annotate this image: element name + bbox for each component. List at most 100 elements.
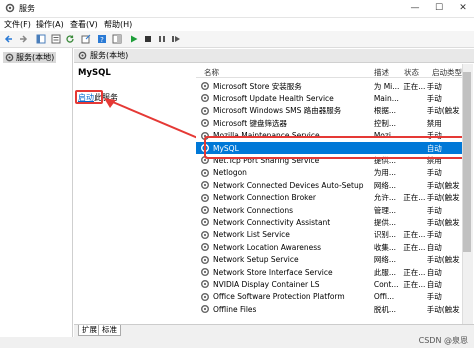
service-description: 为 Mi...: [373, 81, 400, 91]
service-name: Network Connections: [213, 205, 294, 215]
menu-help[interactable]: 帮助(H): [104, 19, 132, 30]
menu-view[interactable]: 查看(V): [70, 19, 98, 30]
table-row[interactable]: Network Store Interface Service 此服... 正在..…: [196, 266, 462, 278]
service-startup-type: 手动(触发: [426, 180, 460, 190]
table-row[interactable]: Network Location Awareness 收集... 正在... 自动: [196, 241, 462, 253]
annotation-start-box: [75, 90, 103, 104]
service-description: 网络...: [373, 255, 396, 265]
table-row[interactable]: Network Connections 管理... 手动: [196, 204, 462, 216]
service-name: Network Setup Service: [213, 255, 299, 265]
service-name: Netlogon: [213, 168, 247, 178]
watermark: CSDN @泉恩: [418, 336, 468, 345]
service-gear-icon: [201, 280, 209, 289]
window-title: 服务: [19, 4, 35, 13]
service-status: 正在...: [403, 267, 426, 277]
status-bar: [0, 337, 474, 348]
service-name: Network Location Awareness: [213, 242, 322, 252]
back-icon[interactable]: [3, 33, 15, 45]
service-gear-icon: [201, 206, 209, 214]
service-gear-icon: [201, 119, 209, 128]
service-status: 正在...: [403, 279, 426, 289]
refresh-icon[interactable]: [64, 33, 76, 45]
table-row[interactable]: Microsoft Update Health Service Main... 手动: [196, 92, 462, 104]
service-name: Microsoft Windows SMS 路由器服务: [213, 106, 342, 116]
service-startup-type: 手动(触发: [426, 304, 460, 314]
service-startup-type: 手动(触发: [426, 255, 460, 265]
service-gear-icon: [201, 292, 209, 301]
pause-service-icon[interactable]: [156, 33, 168, 45]
view-tabs-bar: [74, 324, 474, 337]
services-gear-icon: [78, 51, 87, 60]
service-name: Microsoft 键盘筛选器: [213, 118, 288, 128]
start-service-icon[interactable]: [128, 33, 140, 45]
table-row[interactable]: Offline Files 脱机... 手动(触发: [196, 303, 462, 315]
service-startup-type: 手动: [426, 205, 442, 215]
table-row[interactable]: Network Connection Broker 允许... 正在... 手动(触发: [196, 192, 462, 204]
service-gear-icon: [201, 218, 209, 227]
table-row[interactable]: Microsoft 键盘筛选器 控制... 禁用: [196, 117, 462, 129]
service-startup-type: 手动(触发: [426, 193, 460, 203]
service-description: 根据...: [373, 106, 396, 116]
service-name: NVIDIA Display Container LS: [213, 279, 320, 289]
console-tree-icon[interactable]: [35, 33, 47, 45]
service-description: Offi...: [373, 292, 395, 302]
table-row[interactable]: Office Software Protection Platform Offi.…: [196, 291, 462, 303]
tree-item-services-local[interactable]: 服务(本地): [3, 52, 57, 63]
table-row[interactable]: Microsoft Store 安装服务 为 Mi... 正在... 手动: [196, 80, 462, 92]
service-status: 正在...: [403, 230, 426, 240]
service-name: Network Store Interface Service: [213, 267, 333, 277]
service-name: Microsoft Store 安装服务: [213, 81, 302, 91]
table-row[interactable]: Network Connectivity Assistant 提供... 手动(触发: [196, 216, 462, 228]
service-description: 为用...: [373, 168, 396, 178]
console-tree: [0, 48, 73, 348]
table-row[interactable]: Network Setup Service 网络... 手动(触发: [196, 254, 462, 266]
service-name: Microsoft Update Health Service: [213, 93, 334, 103]
menu-file[interactable]: 文件(F): [4, 19, 31, 30]
svg-text:?: ?: [100, 36, 104, 44]
service-gear-icon: [201, 305, 209, 314]
service-description: 控制...: [373, 118, 396, 128]
menu-action[interactable]: 操作(A): [36, 19, 64, 30]
forward-icon[interactable]: [17, 33, 29, 45]
service-startup-type: 自动: [426, 242, 442, 252]
tab-standard[interactable]: 标准: [98, 325, 121, 336]
selected-service-name: MySQL: [78, 68, 111, 78]
service-status: 正在...: [403, 193, 426, 203]
properties-icon[interactable]: [50, 33, 62, 45]
service-description: 此服...: [373, 267, 396, 277]
service-startup-type: 自动: [426, 279, 442, 289]
table-row[interactable]: Netlogon 为用... 手动: [196, 167, 462, 179]
service-description: 允许...: [373, 193, 396, 203]
service-startup-type: 手动(触发: [426, 106, 460, 116]
service-gear-icon: [201, 268, 209, 276]
close-button[interactable]: ✕: [452, 0, 474, 17]
service-name: Network Connection Broker: [213, 193, 316, 203]
table-row[interactable]: NVIDIA Display Container LS Cont... 正在... 自…: [196, 278, 462, 290]
service-startup-type: 手动: [426, 93, 442, 103]
service-gear-icon: [201, 106, 209, 115]
table-row[interactable]: Network Connected Devices Auto-Setup 网络..…: [196, 179, 462, 191]
scrollbar-thumb[interactable]: [463, 72, 471, 252]
service-name: Office Software Protection Platform: [213, 292, 345, 302]
services-gear-icon: [5, 53, 14, 62]
service-startup-type: 手动: [426, 168, 442, 178]
minimize-button[interactable]: —: [404, 0, 426, 17]
table-row[interactable]: Microsoft Windows SMS 路由器服务 根据... 手动(触发: [196, 105, 462, 117]
show-hide-icon[interactable]: [111, 33, 123, 45]
services-gear-icon: [5, 3, 15, 13]
service-description: 管理...: [373, 205, 396, 215]
service-gear-icon: [201, 82, 209, 90]
restart-service-icon[interactable]: [170, 33, 182, 45]
annotation-mysql-box: [204, 136, 468, 159]
table-row[interactable]: Network List Service 识别... 正在... 手动: [196, 229, 462, 241]
export-list-icon[interactable]: [80, 33, 92, 45]
service-description: 收集...: [373, 242, 396, 252]
service-startup-type: 手动: [426, 81, 442, 91]
help-icon[interactable]: ?: [96, 33, 108, 45]
service-description: 网络...: [373, 180, 396, 190]
service-name: Network List Service: [213, 230, 290, 240]
service-gear-icon: [201, 168, 209, 177]
service-startup-type: 自动: [426, 267, 442, 277]
stop-service-icon[interactable]: [142, 33, 154, 45]
maximize-button[interactable]: ☐: [428, 0, 450, 17]
